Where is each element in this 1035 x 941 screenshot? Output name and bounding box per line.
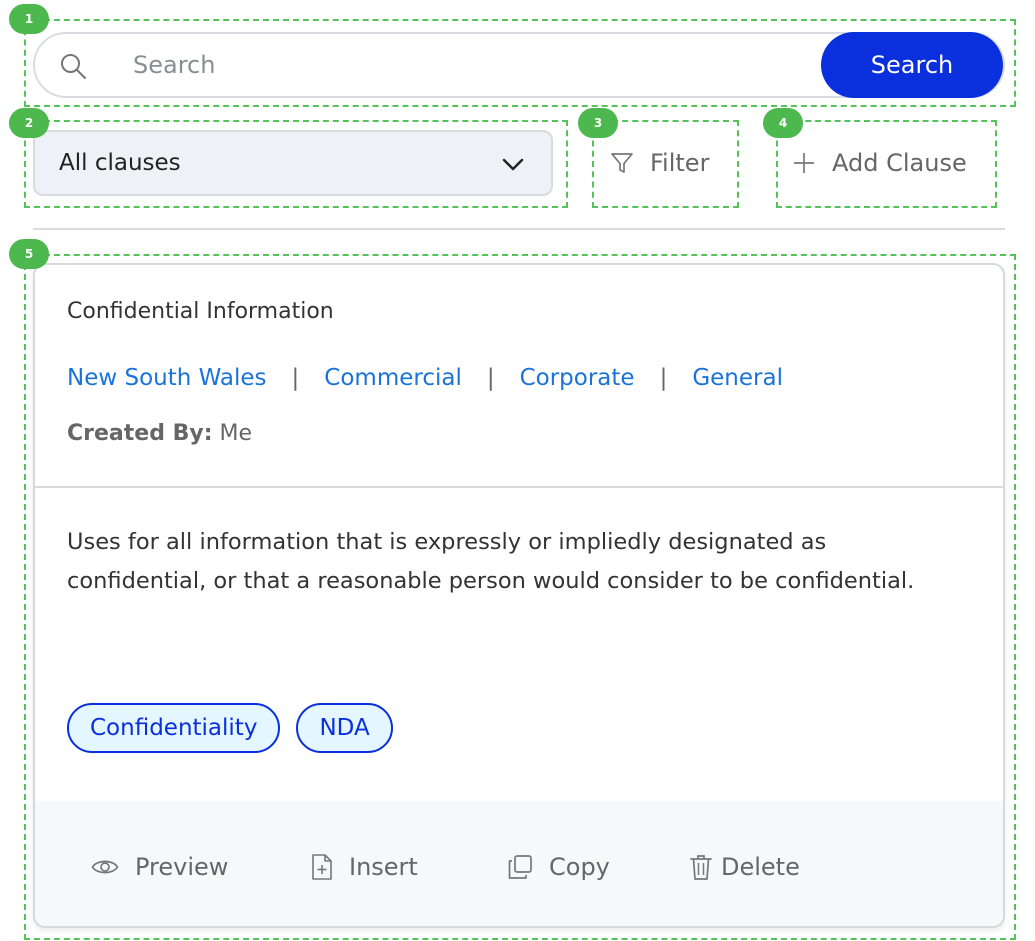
- insert-file-icon: [312, 854, 332, 880]
- separator: |: [486, 365, 495, 391]
- chevron-down-icon: [502, 158, 524, 171]
- search-icon: [61, 54, 86, 79]
- separator: |: [659, 365, 668, 391]
- jurisdiction-link[interactable]: Corporate: [520, 365, 635, 391]
- dropdown-selected-value: All clauses: [59, 150, 181, 176]
- insert-button[interactable]: Insert: [311, 847, 418, 887]
- section-divider: [33, 228, 1005, 230]
- add-clause-button[interactable]: Add Clause: [792, 138, 967, 188]
- copy-button[interactable]: Copy: [507, 847, 610, 887]
- search-bar: Search: [33, 32, 1005, 98]
- jurisdiction-link[interactable]: Commercial: [324, 365, 462, 391]
- preview-button[interactable]: Preview: [91, 847, 228, 887]
- annotation-marker-1: 1: [9, 4, 49, 34]
- card-divider: [35, 486, 1003, 488]
- filter-icon: [611, 153, 633, 173]
- delete-label: Delete: [721, 853, 800, 881]
- clause-type-dropdown[interactable]: All clauses: [33, 130, 553, 196]
- created-by-value: Me: [219, 421, 253, 446]
- insert-label: Insert: [349, 853, 418, 881]
- clause-description: Uses for all information that is express…: [67, 529, 915, 594]
- search-input[interactable]: [133, 44, 813, 86]
- created-by: Created By: Me: [67, 421, 252, 446]
- filter-button[interactable]: Filter: [610, 138, 709, 188]
- eye-icon: [91, 860, 119, 874]
- copy-icon: [508, 855, 532, 879]
- annotation-marker-3: 3: [578, 108, 618, 138]
- clause-title: Confidential Information: [67, 299, 334, 324]
- jurisdiction-link[interactable]: New South Wales: [67, 365, 267, 391]
- annotation-marker-5: 5: [9, 239, 49, 269]
- plus-icon: [794, 153, 814, 173]
- card-actions: Preview Insert Copy Delete: [35, 801, 1003, 926]
- tag-chip[interactable]: NDA: [296, 703, 393, 753]
- jurisdiction-link[interactable]: General: [692, 365, 783, 391]
- clause-card: Confidential Information New South Wales…: [33, 263, 1005, 928]
- annotation-marker-2: 2: [9, 108, 49, 138]
- add-clause-label: Add Clause: [832, 149, 967, 177]
- copy-label: Copy: [549, 853, 610, 881]
- separator: |: [291, 365, 300, 391]
- jurisdiction-list: New South Wales | Commercial | Corporate…: [67, 365, 783, 391]
- preview-label: Preview: [135, 853, 229, 881]
- created-by-label: Created By:: [67, 421, 213, 446]
- trash-icon: [690, 855, 712, 880]
- search-button[interactable]: Search: [821, 32, 1003, 98]
- tag-list: Confidentiality NDA: [67, 703, 393, 753]
- delete-button[interactable]: Delete: [689, 847, 800, 887]
- filter-label: Filter: [650, 149, 710, 177]
- annotation-marker-4: 4: [763, 108, 803, 138]
- tag-chip[interactable]: Confidentiality: [67, 703, 281, 753]
